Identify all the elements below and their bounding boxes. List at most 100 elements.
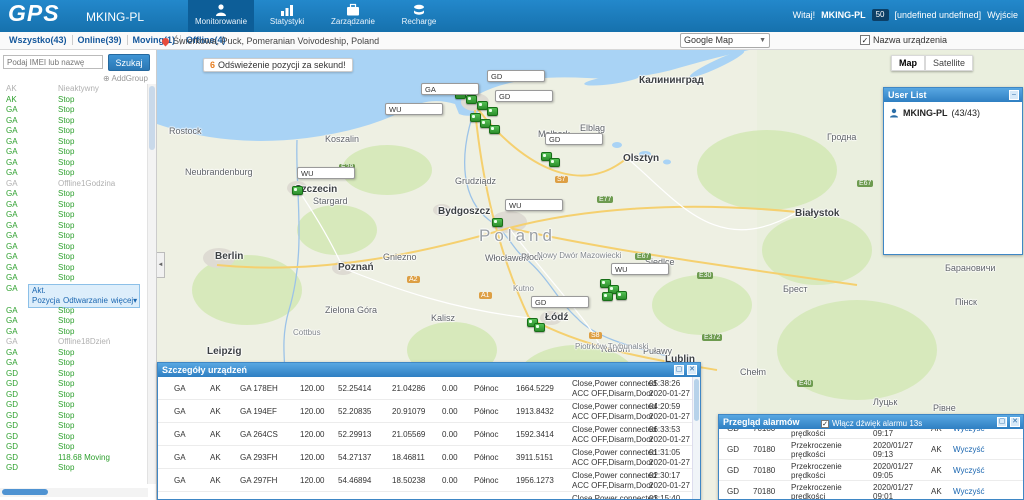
device-row[interactable]: GAStop xyxy=(0,221,148,232)
clear-alarm-link[interactable]: Wyczyść xyxy=(953,429,984,433)
vehicle-marker-label[interactable]: GA xyxy=(421,83,479,95)
tab-recharge[interactable]: Recharge xyxy=(386,0,452,32)
device-row[interactable]: GAStop xyxy=(0,147,148,158)
vehicle-marker-icon[interactable] xyxy=(487,107,498,116)
device-row[interactable]: GDStop xyxy=(0,369,148,380)
device-row[interactable]: AKNieaktywny xyxy=(0,84,148,95)
close-icon[interactable]: ✕ xyxy=(1010,417,1020,427)
device-row[interactable]: GAStop xyxy=(0,137,148,148)
device-row[interactable]: GDStop xyxy=(0,400,148,411)
tab-statystyki[interactable]: Statystyki xyxy=(254,0,320,32)
device-row[interactable]: GAStop xyxy=(0,263,148,274)
map-type-select[interactable]: Google Map ▼ xyxy=(680,33,770,48)
vehicle-marker-label[interactable]: GD xyxy=(545,133,603,145)
vehicle-marker-icon[interactable] xyxy=(602,292,613,301)
alarm-row[interactable]: GD70180Przekroczenieprędkości2020/01/270… xyxy=(719,429,1023,439)
device-row[interactable]: GAOffline1Godzina xyxy=(0,179,148,190)
device-row-selected[interactable]: GAAkt. PozycjaOdtwarzaniewięcej▾ xyxy=(0,284,148,306)
device-name-checkbox[interactable]: ✓ xyxy=(860,35,870,45)
vehicle-marker-label[interactable]: WU xyxy=(505,199,563,211)
device-row[interactable]: GAStop xyxy=(0,116,148,127)
search-button[interactable]: Szukaj xyxy=(108,54,150,71)
search-input[interactable] xyxy=(3,55,103,69)
clear-alarm-link[interactable]: Wyczyść xyxy=(953,487,984,496)
device-table-row[interactable]: GAAKGA 293FH120.0054.2713718.468110.00Pó… xyxy=(158,446,692,469)
tab-zarzadzanie[interactable]: Zarządzanie xyxy=(320,0,386,32)
vehicle-marker-label[interactable]: GD xyxy=(495,90,553,102)
device-row[interactable]: GAStop xyxy=(0,168,148,179)
satellite-button[interactable]: Satellite xyxy=(925,55,973,71)
device-row[interactable]: GAStop xyxy=(0,105,148,116)
device-table-row[interactable]: GAAKGA 178EH120.0052.2541421.042860.00Pó… xyxy=(158,377,692,400)
device-row[interactable]: GAStop xyxy=(0,158,148,169)
cell-speed: 120.00 xyxy=(300,384,324,393)
device-row[interactable]: GDStop xyxy=(0,411,148,422)
device-row[interactable]: GAStop xyxy=(0,231,148,242)
close-icon[interactable]: ✕ xyxy=(687,365,697,375)
vehicle-marker-icon[interactable] xyxy=(466,95,477,104)
device-row[interactable]: GDStop xyxy=(0,432,148,443)
map-button[interactable]: Map xyxy=(891,55,925,71)
device-row[interactable]: GAStop xyxy=(0,200,148,211)
device-row[interactable]: GDStop xyxy=(0,463,148,474)
vehicle-marker-icon[interactable] xyxy=(616,291,627,300)
vehicle-marker-label[interactable]: GD xyxy=(531,296,589,308)
action-more-link[interactable]: więcej▾ xyxy=(111,296,137,305)
alarm-sound-checkbox[interactable]: ✓ xyxy=(821,420,829,428)
device-row[interactable]: GDStop xyxy=(0,390,148,401)
alarm-row[interactable]: GD70180Przekroczenieprędkości2020/01/270… xyxy=(719,460,1023,481)
device-row[interactable]: GDStop xyxy=(0,379,148,390)
device-table-row[interactable]: GAAKGA 341CE120.0051.7039419.402940.00Pó… xyxy=(158,492,692,499)
device-row[interactable]: GAStop xyxy=(0,242,148,253)
logout-link[interactable]: Wyjście xyxy=(987,10,1018,20)
action-playback-link[interactable]: Odtwarzanie xyxy=(63,296,108,305)
device-row[interactable]: GAStop xyxy=(0,327,148,338)
scrollbar-thumb[interactable] xyxy=(149,86,155,150)
device-row[interactable]: GAStop xyxy=(0,306,148,317)
device-table-row[interactable]: GAAKGA 264CS120.0052.2991321.055690.00Pó… xyxy=(158,423,692,446)
alarm-row[interactable]: GD70180Przekroczenieprędkości2020/01/270… xyxy=(719,481,1023,499)
vehicle-marker-icon[interactable] xyxy=(292,186,303,195)
device-row[interactable]: GDStop xyxy=(0,442,148,453)
tab-monitorowanie[interactable]: Monitorowanie xyxy=(188,0,254,32)
device-row[interactable]: GAStop xyxy=(0,189,148,200)
vehicle-marker-label[interactable]: WU xyxy=(297,167,355,179)
device-status-label: Stop xyxy=(58,95,74,106)
maximize-icon[interactable]: ▢ xyxy=(674,365,684,375)
device-row[interactable]: GD118.68 Moving xyxy=(0,453,148,464)
filter-online[interactable]: Online(39) xyxy=(73,35,128,45)
scrollbar-thumb[interactable] xyxy=(694,379,699,421)
action-position-link[interactable]: Akt. Pozycja xyxy=(32,286,60,305)
user-list-entry[interactable]: MKING-PL (43/43) xyxy=(884,102,1022,124)
device-row[interactable]: GAStop xyxy=(0,252,148,263)
device-table-row[interactable]: GAAKGA 194EF120.0052.2083520.910790.00Pó… xyxy=(158,400,692,423)
device-row[interactable]: GAStop xyxy=(0,348,148,359)
vehicle-marker-label[interactable]: GD xyxy=(487,70,545,82)
sidebar-collapse-toggle[interactable]: ◄ xyxy=(157,252,165,278)
filter-all[interactable]: Wszystko(43) xyxy=(4,35,73,45)
device-row[interactable]: GDStop xyxy=(0,421,148,432)
clear-alarm-link[interactable]: Wyczyść xyxy=(953,466,984,475)
vehicle-marker-icon[interactable] xyxy=(534,323,545,332)
vehicle-marker-icon[interactable] xyxy=(549,158,560,167)
vehicle-marker-icon[interactable] xyxy=(492,218,503,227)
device-group-label: GA xyxy=(6,348,18,359)
device-row[interactable]: AKStop xyxy=(0,95,148,106)
device-row[interactable]: GAStop xyxy=(0,210,148,221)
add-group-link[interactable]: ⊕ AddGroup xyxy=(103,74,148,83)
device-table-row[interactable]: GAAKGA 297FH120.0054.4689418.502380.00Pó… xyxy=(158,469,692,492)
device-row[interactable]: GAStop xyxy=(0,273,148,284)
device-list: AKNieaktywnyAKStopGAStopGAStopGAStopGASt… xyxy=(0,84,148,484)
device-row[interactable]: GAOffline18Dzień xyxy=(0,337,148,348)
vehicle-marker-label[interactable]: WU xyxy=(385,103,443,115)
device-row[interactable]: GAStop xyxy=(0,316,148,327)
vehicle-marker-label[interactable]: WU xyxy=(611,263,669,275)
vehicle-marker-icon[interactable] xyxy=(489,125,500,134)
alarm-row[interactable]: GD70180Przekroczenieprędkości2020/01/270… xyxy=(719,439,1023,460)
minimize-icon[interactable]: – xyxy=(1009,90,1019,100)
scrollbar-thumb[interactable] xyxy=(2,489,48,495)
clear-alarm-link[interactable]: Wyczyść xyxy=(953,445,984,454)
device-row[interactable]: GAStop xyxy=(0,358,148,369)
maximize-icon[interactable]: ▢ xyxy=(997,417,1007,427)
device-row[interactable]: GAStop xyxy=(0,126,148,137)
